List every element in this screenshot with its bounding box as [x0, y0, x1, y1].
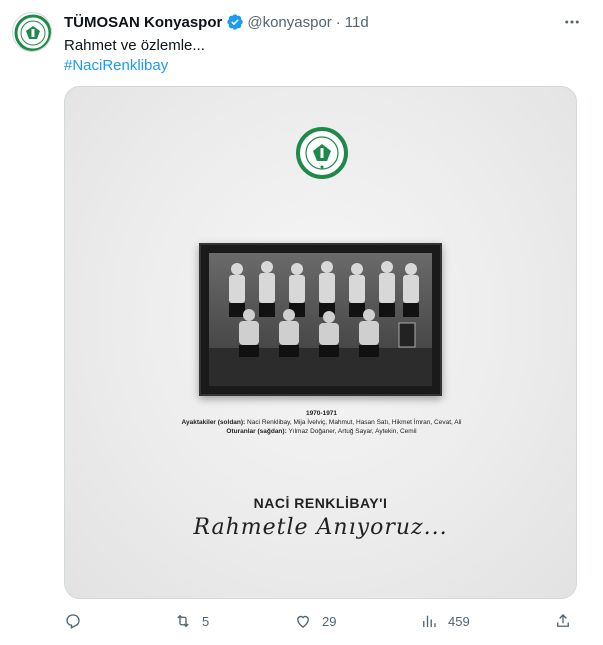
tweet-header: TÜMOSAN Konyaspor @konyaspor · 11d — [64, 11, 583, 33]
retweet-count: 5 — [202, 613, 210, 629]
team-photo-frame — [199, 243, 442, 396]
konyaspor-logo-icon — [296, 127, 348, 179]
share-icon — [557, 614, 569, 627]
tweet-body: Rahmet ve özlemle... — [64, 37, 205, 54]
separator: · — [335, 13, 341, 31]
views-button[interactable]: 459 — [420, 608, 470, 634]
like-button[interactable]: 29 — [294, 608, 336, 634]
caption-sitting-row: Oturanlar (sağdan): Yılmaz Doğaner, Artu… — [145, 427, 498, 436]
verified-badge-icon[interactable] — [226, 13, 244, 31]
retweet-icon — [177, 614, 189, 628]
caption-year: 1970-1971 — [305, 410, 338, 417]
memorial-name: NACİ RENKLİBAY'I — [253, 495, 388, 511]
reply-icon — [66, 614, 80, 629]
share-button[interactable] — [554, 608, 572, 634]
photo-caption: 1970-1971 Ayaktakiler (soldan): Naci Ren… — [145, 409, 498, 436]
tweet-image[interactable]: 1970-1971 Ayaktakiler (soldan): Naci Ren… — [64, 86, 577, 599]
caption-sitting-label: Oturanlar (sağdan): — [226, 428, 287, 435]
display-name[interactable]: TÜMOSAN Konyaspor — [64, 14, 222, 31]
hashtag-link[interactable]: #NaciRenklibay — [64, 56, 205, 76]
handle[interactable]: @konyaspor — [247, 14, 331, 31]
views-chart-icon — [423, 615, 436, 627]
like-count: 29 — [322, 613, 337, 629]
memorial-script: Rahmetle Anıyoruz... — [193, 515, 448, 540]
more-options-icon[interactable] — [561, 11, 583, 33]
team-photo — [209, 253, 432, 386]
views-count: 459 — [448, 613, 470, 629]
tweet-text: Rahmet ve özlemle... #NaciRenklibay — [64, 36, 205, 76]
team-photo-illustration — [209, 253, 432, 386]
heart-icon — [297, 615, 309, 628]
caption-standing-label: Ayaktakiler (soldan): — [181, 419, 246, 426]
tweet-actions: 5 29 459 — [64, 608, 580, 634]
timestamp[interactable]: 11d — [345, 14, 369, 31]
club-crest-icon — [14, 14, 51, 51]
caption-standing-row: Ayaktakiler (soldan): Naci Renklibay, Mi… — [145, 418, 498, 427]
retweet-button[interactable]: 5 — [174, 608, 209, 634]
caption-sitting: Yılmaz Doğaner, Artuğ Sayar, Aytekin, Ce… — [288, 428, 417, 435]
reply-button[interactable] — [64, 608, 92, 634]
caption-standing: Naci Renklibay, Mija İvelviç, Mahmut, Ha… — [247, 419, 462, 426]
avatar[interactable] — [12, 12, 52, 52]
tweet[interactable]: TÜMOSAN Konyaspor @konyaspor · 11d Rahme… — [0, 0, 603, 645]
